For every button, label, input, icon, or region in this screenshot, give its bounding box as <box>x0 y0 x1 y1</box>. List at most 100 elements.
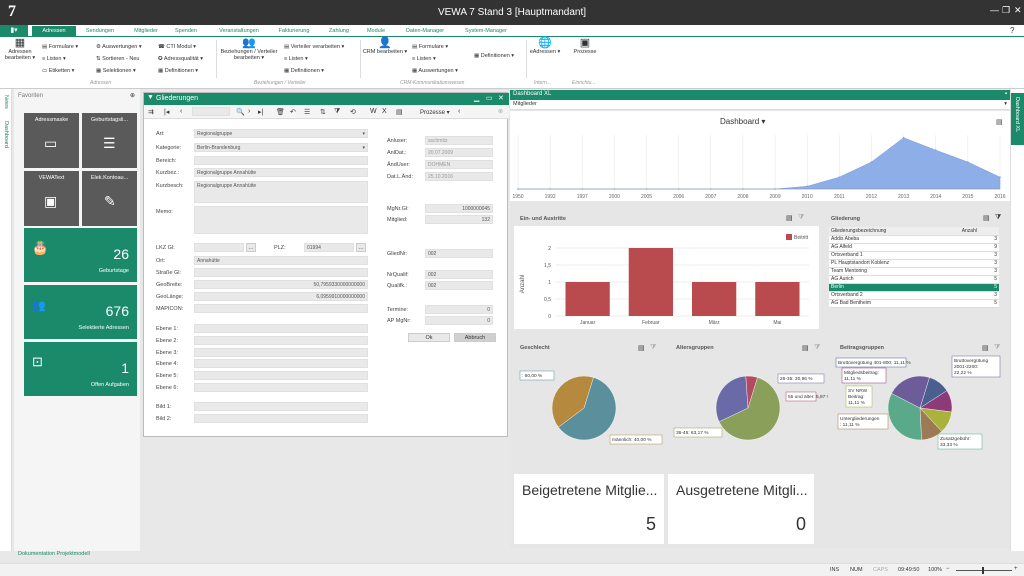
ebene-2-input[interactable] <box>194 336 368 345</box>
ebene-6-input[interactable] <box>194 383 368 392</box>
record-input[interactable] <box>192 107 230 116</box>
listen-button-3[interactable]: ≡ Listen ▾ <box>412 53 458 65</box>
ebene-1-input[interactable] <box>194 324 368 333</box>
filter-icon[interactable]: ⧩ <box>814 344 820 352</box>
export-icon[interactable]: ▤ <box>802 344 809 352</box>
table-row[interactable]: AG Alfeld 9 <box>829 243 999 252</box>
listen-button-2[interactable]: ≡ Listen ▾ <box>284 53 344 65</box>
excel-icon[interactable]: X <box>382 108 387 115</box>
verteiler-verarbeiten-button[interactable]: ▤ Verteiler verarbeiten ▾ <box>284 41 344 53</box>
tab-sendungen[interactable]: Sendungen <box>80 26 120 37</box>
back-icon[interactable]: ‹ <box>458 108 460 115</box>
prozesse-dropdown[interactable]: Prozesse ▾ <box>420 109 450 116</box>
tab-daten-manager[interactable]: Daten-Manager <box>398 26 452 37</box>
table-row[interactable]: Ortsverband 23 <box>829 291 999 300</box>
export-icon[interactable]: ▤ <box>983 214 990 222</box>
abbruch-button[interactable]: Abbruch <box>454 333 496 342</box>
definitionen-button-2[interactable]: ▦ Definitionen ▾ <box>284 65 344 77</box>
bereich-input[interactable] <box>194 156 368 165</box>
tab-veranstaltungen[interactable]: Veranstaltungen <box>210 26 268 37</box>
dashboard-select[interactable]: Mitglieder ▾ <box>510 100 1010 110</box>
zoom-out-icon[interactable]: − <box>946 566 950 572</box>
art-select[interactable]: Regionalgruppe ▾ <box>194 129 368 138</box>
ebene-5-input[interactable] <box>194 371 368 380</box>
table-row[interactable]: Addis Abeba 3 <box>829 235 999 244</box>
plz-input[interactable]: 01994 <box>304 243 354 252</box>
news-tab[interactable]: News <box>3 95 9 109</box>
minimize-icon[interactable]: — <box>990 5 999 15</box>
delete-icon[interactable]: 🗑 <box>276 108 285 116</box>
nrqualif-field[interactable]: 002 <box>425 270 493 279</box>
ebene-3-input[interactable] <box>194 348 368 357</box>
bild-2-input[interactable] <box>194 414 368 423</box>
plz-lookup-button[interactable]: … <box>356 243 366 252</box>
new-record-icon[interactable]: ⇉ <box>148 108 154 116</box>
gliednr-field[interactable]: 002 <box>425 249 493 258</box>
sort-icon[interactable]: ⇅ <box>320 108 326 116</box>
tile-selektierte-adressen[interactable]: 👥 676 Selektierte Adressen <box>24 285 137 339</box>
crm-bearbeiten-button[interactable]: 👤 CRM bearbeiten ▾ <box>362 38 408 56</box>
qualifk-field[interactable]: 002 <box>425 281 493 290</box>
bild-1-input[interactable] <box>194 402 368 411</box>
cti-modul-button[interactable]: ☎ CTI Modul ▾ <box>158 41 203 53</box>
filter-icon[interactable]: ⧩ <box>995 214 1001 222</box>
history-icon[interactable]: ⟲ <box>350 108 356 116</box>
close-icon[interactable]: ✕ <box>498 94 504 102</box>
etiketten-button[interactable]: ▭ Etiketten ▾ <box>42 65 78 77</box>
kpi-ausgetreten[interactable]: Ausgetretene Mitgli... 0 <box>668 474 814 544</box>
search-icon[interactable]: 🔍 <box>236 108 245 116</box>
eadressen-button[interactable]: 🌐 eAdressen ▾ <box>528 38 562 56</box>
list-icon[interactable]: ☰ <box>304 108 310 116</box>
app-menu-button[interactable]: ▮▾ <box>0 25 28 37</box>
last-icon[interactable]: ▸| <box>258 108 263 116</box>
maximize-icon[interactable]: ❐ <box>1002 5 1010 16</box>
formulare-button-2[interactable]: ▤ Formulare ▾ <box>412 41 458 53</box>
maximize-icon[interactable]: ▭ <box>486 94 493 102</box>
zoom-slider[interactable] <box>956 570 1012 571</box>
prev-icon[interactable]: ‹ <box>180 108 182 115</box>
close-icon[interactable]: ✕ <box>1014 5 1022 16</box>
listen-button[interactable]: ≡ Listen ▾ <box>42 53 78 65</box>
kurzbesch-input[interactable]: Regionalgruppe Annahütte <box>194 181 368 203</box>
tab-zahlung[interactable]: Zahlung <box>322 26 356 37</box>
tab-module[interactable]: Module <box>360 26 392 37</box>
prozesse-button[interactable]: ▣ Prozesse <box>566 38 604 56</box>
export-icon[interactable]: ▤ <box>982 344 989 352</box>
auswertungen-button[interactable]: ⚙ Auswertungen ▾ <box>96 41 142 53</box>
pin-icon[interactable]: ⊕ <box>130 92 135 99</box>
print-icon[interactable]: ▤ <box>396 108 403 116</box>
memo-input[interactable] <box>194 206 368 234</box>
tile-offene-aufgaben[interactable]: ⊡ 1 Offen Aufgaben <box>24 342 137 396</box>
footer-link[interactable]: Dokumentation Projektmodell <box>18 551 90 557</box>
adressqualitaet-button[interactable]: ✪ Adressqualität ▾ <box>158 53 203 65</box>
tab-fakturierung[interactable]: Fakturierung <box>270 26 318 37</box>
col-header[interactable]: Anzahl <box>959 227 999 236</box>
lkz-lookup-button[interactable]: … <box>246 243 256 252</box>
tab-spenden[interactable]: Spenden <box>168 26 204 37</box>
table-row[interactable]: Team Mentoring 3 <box>829 267 999 276</box>
zoom-in-icon[interactable]: + <box>1014 566 1018 572</box>
definitionen-button-3[interactable]: ▦ Definitionen ▾ <box>474 53 514 59</box>
settings-icon[interactable]: ⊗ <box>498 108 503 115</box>
table-row[interactable]: AG Bad Bentheim 5 <box>829 299 999 308</box>
filter-icon[interactable]: ⧩ <box>650 344 656 352</box>
col-header[interactable]: Gliederungsbezeichnung <box>829 227 956 236</box>
geolaenge-input[interactable]: 6,0959910000000000 <box>194 292 368 301</box>
word-icon[interactable]: W <box>370 108 377 115</box>
dashboard-tab[interactable]: Dashboard <box>3 121 9 148</box>
mgnrgl-field[interactable]: 1000000045 <box>425 204 493 213</box>
lkz-input[interactable] <box>194 243 244 252</box>
geobreite-input[interactable]: 50,7959330000000000 <box>194 280 368 289</box>
strasse-input[interactable] <box>194 268 368 277</box>
table-row[interactable]: PL Hauptstandort Koblenz 3 <box>829 259 999 268</box>
first-icon[interactable]: |◂ <box>164 108 169 116</box>
filter-icon[interactable]: ⧩ <box>994 344 1000 352</box>
formulare-button[interactable]: ▤ Formulare ▾ <box>42 41 78 53</box>
export-icon[interactable]: ▤ <box>996 118 1003 126</box>
kpi-beigetreten[interactable]: Beigetretene Mitglie... 5 <box>514 474 664 544</box>
ebene-4-input[interactable] <box>194 359 368 368</box>
mapicon-input[interactable] <box>194 304 368 313</box>
beziehungen-button[interactable]: 👥 Beziehungen / Verteiler bearbeiten ▾ <box>218 38 280 62</box>
tile-geburtstage[interactable]: 🎂 26 Geburtstage <box>24 228 137 282</box>
tab-mitglieder[interactable]: Mitglieder <box>126 26 166 37</box>
